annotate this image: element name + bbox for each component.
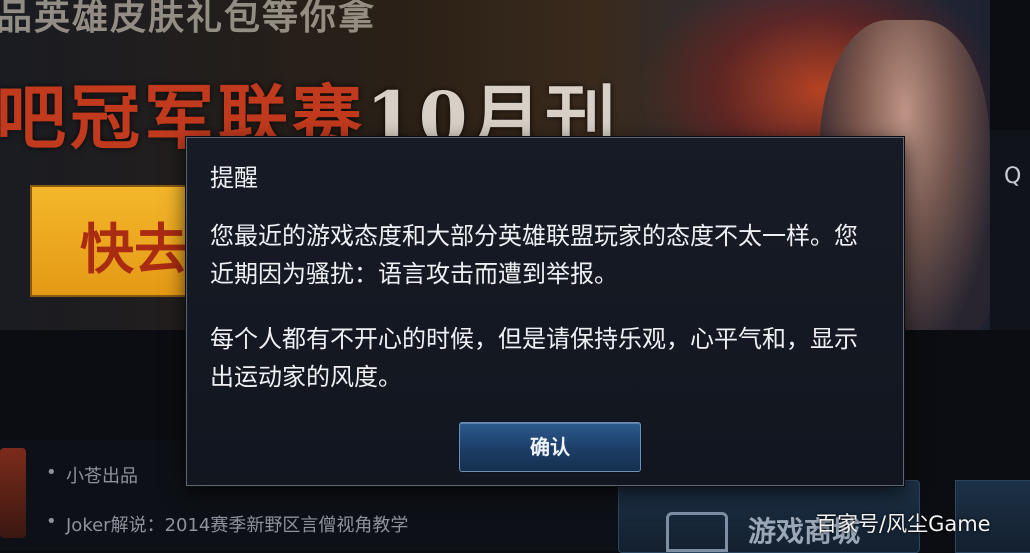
dialog-title: 提醒	[210, 164, 258, 192]
shop-icon	[666, 512, 728, 552]
reminder-dialog: 提醒 您最近的游戏态度和大部分英雄联盟玩家的态度不太一样。您近期因为骚扰：语言攻…	[186, 137, 904, 486]
watermark: 百家号/风尘Game	[816, 512, 991, 536]
news-thumbnail[interactable]	[0, 448, 26, 538]
dialog-message-1: 您最近的游戏态度和大部分英雄联盟玩家的态度不太一样。您近期因为骚扰：语言攻击而遭…	[210, 222, 858, 288]
dialog-message-2: 每个人都有不开心的时候，但是请保持乐观，心平气和，显示出运动家的风度。	[210, 325, 858, 391]
banner-headline: 品英雄皮肤礼包等你拿	[0, 0, 377, 38]
news-item-2[interactable]: Joker解说：2014赛季新野区言僧视角教学	[46, 511, 408, 537]
side-panel-label: Q	[990, 130, 1030, 330]
banner-cta-button[interactable]: 快去	[30, 185, 200, 297]
news-item-1[interactable]: 小苍出品	[46, 462, 138, 488]
confirm-button[interactable]: 确认	[459, 422, 641, 472]
